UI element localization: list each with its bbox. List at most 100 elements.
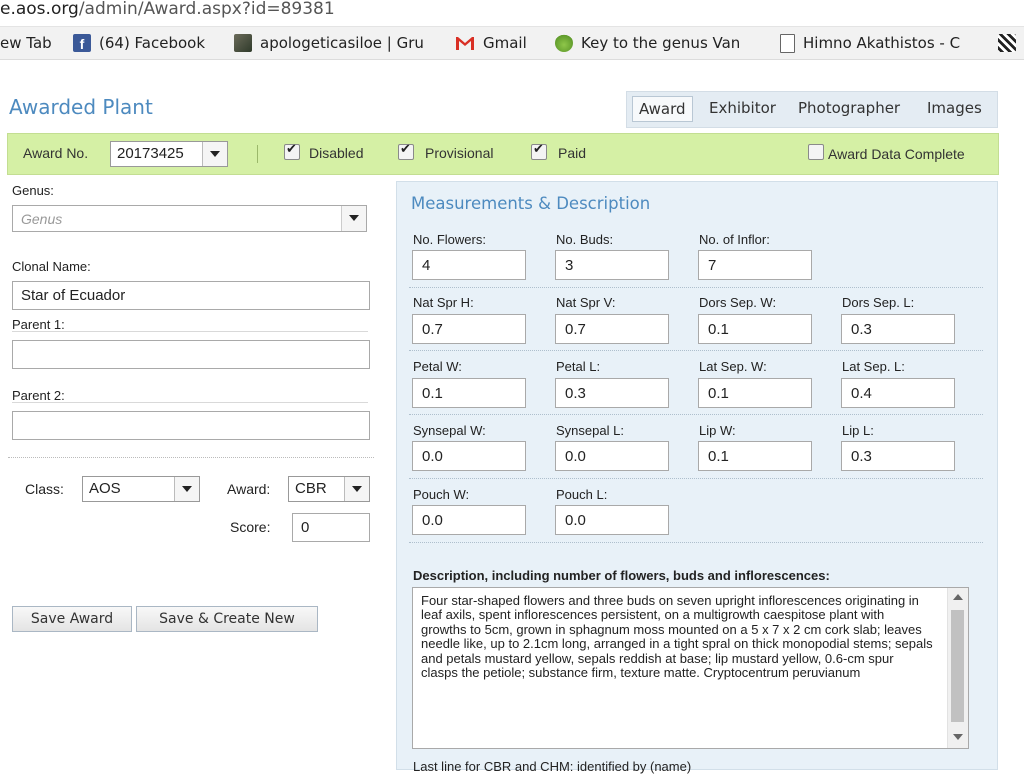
petal-l-input[interactable]: 0.3 [555,378,669,408]
paid-checkbox[interactable] [531,142,547,160]
synsepal-l-input[interactable]: 0.0 [555,441,669,471]
bookmark-apologetica[interactable]: apologeticasiloe | Gru [234,33,436,53]
provisional-checkbox[interactable] [398,142,414,160]
award-label: Award: [227,481,271,497]
divider [12,402,368,403]
tab-award[interactable]: Award [632,96,693,122]
save-award-button[interactable]: Save Award [12,606,132,632]
parent2-input[interactable] [12,411,370,440]
measurements-panel: Measurements & Description No. Flowers: … [396,181,998,774]
textarea-scrollbar[interactable] [947,588,968,748]
divider [257,145,258,163]
lat-sep-l-input[interactable]: 0.4 [841,378,955,408]
dors-sep-w-label: Dors Sep. W: [699,295,777,310]
synsepal-w-label: Synsepal W: [413,423,486,438]
synsepal-l-label: Synsepal L: [556,423,624,438]
award-no-select[interactable]: 20173425 [110,141,228,167]
score-label: Score: [230,519,271,535]
inflor-label: No. of Inflor: [699,232,770,247]
class-select[interactable]: AOS [82,476,200,502]
award-data-complete-label: Award Data Complete [828,146,965,162]
chevron-down-icon[interactable] [341,206,366,231]
synsepal-w-input[interactable]: 0.0 [412,441,526,471]
lat-sep-w-label: Lat Sep. W: [699,359,767,374]
petal-w-input[interactable]: 0.1 [412,378,526,408]
nat-spr-h-label: Nat Spr H: [413,295,474,310]
tab-images[interactable]: Images [927,99,982,117]
chevron-down-icon[interactable] [202,142,227,166]
parent1-input[interactable] [12,340,370,369]
clonal-name-input[interactable]: Star of Ecuador [12,281,370,310]
parent2-label: Parent 2: [12,388,65,403]
bookmark-facebook[interactable]: f (64) Facebook [73,33,205,53]
scroll-down-icon[interactable] [953,734,963,740]
facebook-icon: f [73,34,91,52]
bookmark-himno[interactable]: Himno Akathistos - C [780,33,971,53]
divider [409,478,983,479]
scroll-thumb[interactable] [951,610,964,722]
disabled-label: Disabled [309,145,364,161]
paid-label: Paid [558,145,587,161]
description-textarea[interactable]: Four star-shaped flowers and three buds … [412,587,969,749]
lip-w-input[interactable]: 0.1 [698,441,812,471]
nat-spr-v-label: Nat Spr V: [556,295,616,310]
award-status-bar: Award No. 20173425 Disabled Provisional … [7,133,999,175]
clonal-name-label: Clonal Name: [12,259,91,274]
pouch-l-label: Pouch L: [556,487,608,502]
pouch-w-input[interactable]: 0.0 [412,505,526,535]
url-text[interactable]: e.aos.org/admin/Award.aspx?id=89381 [0,0,335,19]
divider [409,287,983,288]
award-data-complete-checkbox[interactable] [808,144,824,160]
save-create-new-button[interactable]: Save & Create New [136,606,318,632]
chevron-down-icon[interactable] [344,477,369,501]
bookmark-new-tab[interactable]: ew Tab [0,33,52,53]
disabled-checkbox[interactable] [284,142,300,160]
tab-bar: Award Exhibitor Photographer Images [626,91,998,128]
divider [409,414,983,415]
leaf-icon [555,34,573,52]
gmail-icon [455,35,475,51]
dors-sep-l-label: Dors Sep. L: [842,295,915,310]
flowers-label: No. Flowers: [413,232,486,247]
chevron-down-icon[interactable] [174,477,199,501]
buds-input[interactable]: 3 [555,250,669,280]
bookmark-more[interactable] [998,33,1024,53]
nat-spr-v-input[interactable]: 0.7 [555,314,669,344]
petal-w-label: Petal W: [413,359,462,374]
flowers-input[interactable]: 4 [412,250,526,280]
class-label: Class: [25,481,64,497]
description-label: Description, including number of flowers… [413,568,830,583]
document-icon [780,33,795,53]
parent1-label: Parent 1: [12,317,65,332]
award-select[interactable]: CBR [288,476,370,502]
thumbnail-icon [234,34,252,52]
bookmarks-bar: ew Tab f (64) Facebook apologeticasiloe … [0,26,1024,60]
lip-l-label: Lip L: [842,423,874,438]
inflor-input[interactable]: 7 [698,250,812,280]
divider [409,350,983,351]
address-bar[interactable]: e.aos.org/admin/Award.aspx?id=89381 [0,0,1024,24]
favicon-icon [998,34,1016,52]
dors-sep-w-input[interactable]: 0.1 [698,314,812,344]
dors-sep-l-input[interactable]: 0.3 [841,314,955,344]
lat-sep-l-label: Lat Sep. L: [842,359,905,374]
scroll-up-icon[interactable] [953,594,963,600]
page-title: Awarded Plant [9,95,153,119]
score-input[interactable]: 0 [292,513,370,542]
pouch-l-input[interactable]: 0.0 [555,505,669,535]
bookmark-key-genus[interactable]: Key to the genus Van [555,33,749,53]
genus-label: Genus: [12,183,54,198]
divider [409,542,983,543]
provisional-label: Provisional [425,145,494,161]
tab-photographer[interactable]: Photographer [798,99,900,117]
cbr-chm-note: Last line for CBR and CHM: identified by… [413,759,692,774]
nat-spr-h-input[interactable]: 0.7 [412,314,526,344]
genus-select[interactable]: Genus [12,205,367,232]
buds-label: No. Buds: [556,232,614,247]
bookmark-gmail[interactable]: Gmail [455,33,527,53]
lat-sep-w-input[interactable]: 0.1 [698,378,812,408]
award-no-label: Award No. [23,145,89,161]
lip-l-input[interactable]: 0.3 [841,441,955,471]
tab-exhibitor[interactable]: Exhibitor [709,99,776,117]
description-text: Four star-shaped flowers and three buds … [421,593,933,681]
